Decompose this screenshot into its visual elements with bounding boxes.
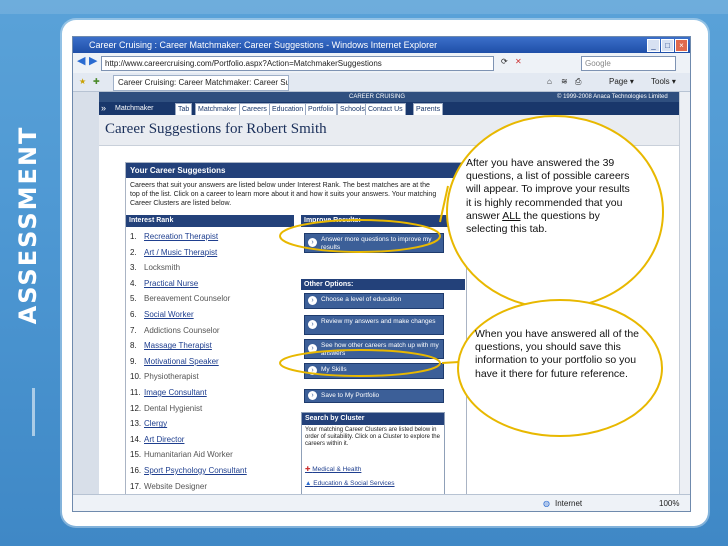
highlight-save-portfolio: [279, 349, 441, 377]
callout-pointer-bottom: [441, 361, 460, 364]
highlight-answer-more: [279, 219, 441, 253]
callout-top-emphasis: ALL: [502, 209, 521, 222]
callout-bottom-text: When you have answered all of the questi…: [475, 328, 640, 380]
callout-graphics: [279, 115, 664, 437]
callout-top-text: After you have answered the 39 questions…: [466, 157, 636, 236]
